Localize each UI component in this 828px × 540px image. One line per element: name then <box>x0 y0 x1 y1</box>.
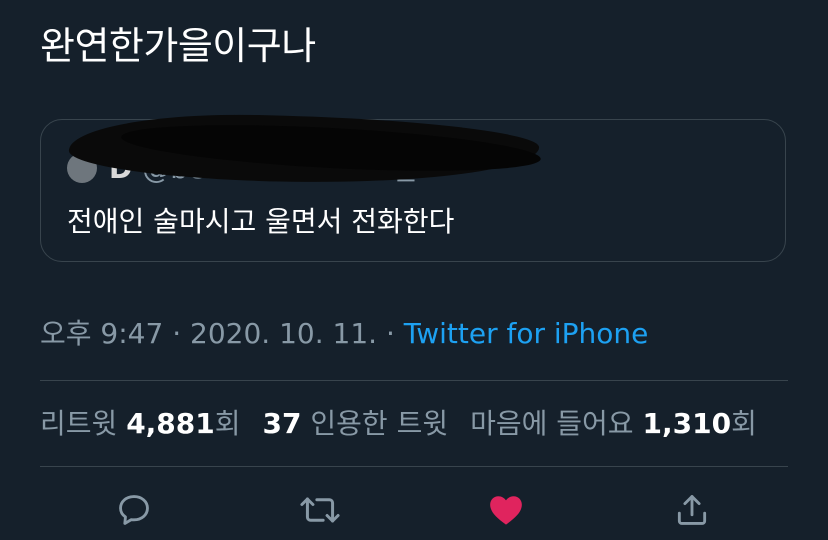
tweet-text: 완연한가을이구나 <box>40 24 316 68</box>
meta-separator: · <box>163 317 191 350</box>
tweet-date: 2020. 10. 11. <box>190 317 378 350</box>
divider <box>40 380 788 381</box>
tweet-meta: 오후 9:47 · 2020. 10. 11. · Twitter for iP… <box>40 314 648 354</box>
likes-label: 마음에 들어요 <box>470 407 643 440</box>
reply-button[interactable] <box>112 488 156 532</box>
share-icon <box>677 495 707 525</box>
likes-stat[interactable]: 마음에 들어요 1,310회 <box>470 404 757 444</box>
share-button[interactable] <box>670 488 714 532</box>
retweet-button[interactable] <box>298 488 342 532</box>
likes-suffix: 회 <box>731 407 757 440</box>
tweet-time: 오후 9:47 <box>40 317 164 350</box>
heart-icon <box>490 496 522 525</box>
tweet-stats: 리트윗 4,881회 37 인용한 트윗 마음에 들어요 1,310회 <box>40 404 779 444</box>
quoted-tweet-text: 전애인 술마시고 울면서 전화한다 <box>67 205 455 238</box>
quotes-label: 인용한 트윗 <box>301 407 449 440</box>
retweet-icon <box>300 497 340 523</box>
retweets-count: 4,881 <box>126 407 215 440</box>
retweets-label: 리트윗 <box>40 407 127 440</box>
like-button[interactable] <box>484 488 528 532</box>
retweets-suffix: 회 <box>214 407 241 440</box>
quoted-tweet-card[interactable]: D @beldcrone42 · 1일 전애인 술마시고 울면서 전화한다 <box>40 111 786 262</box>
quotes-stat[interactable]: 37 인용한 트윗 <box>263 404 449 444</box>
likes-count: 1,310 <box>642 407 732 440</box>
retweets-stat[interactable]: 리트윗 4,881회 <box>40 404 241 444</box>
divider <box>40 466 788 467</box>
tweet-source-link[interactable]: Twitter for iPhone <box>404 317 649 350</box>
meta-separator: · <box>377 317 404 350</box>
reply-icon <box>119 495 149 525</box>
quotes-count: 37 <box>262 407 302 440</box>
tweet-actions <box>0 484 828 540</box>
